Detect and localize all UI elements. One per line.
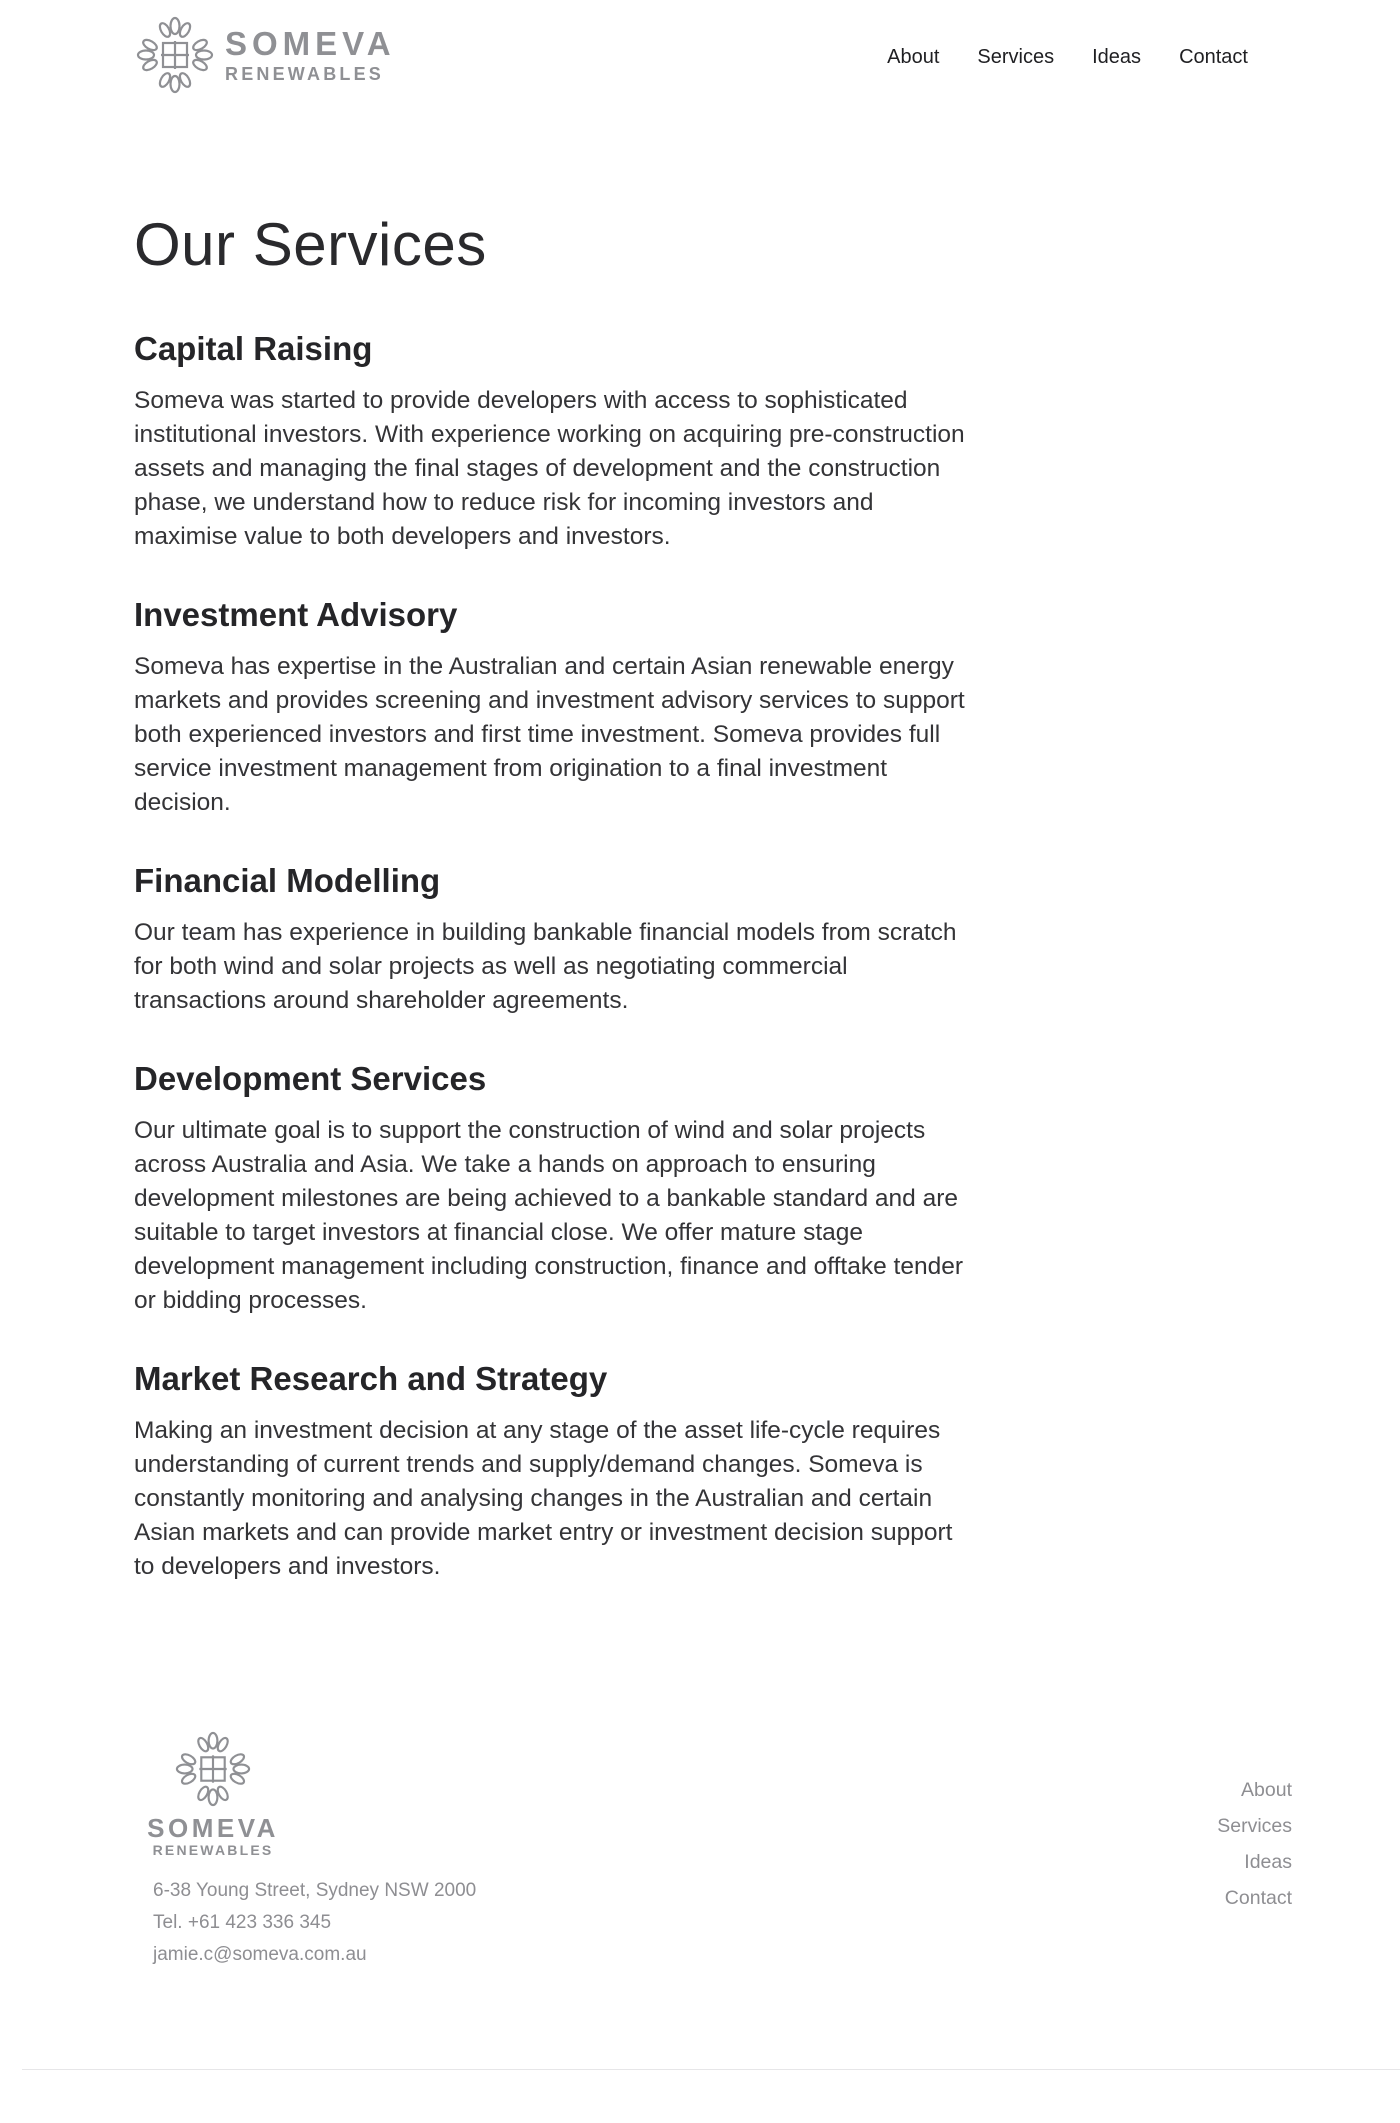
- footer-phone[interactable]: Tel. +61 423 336 345: [153, 1907, 476, 1939]
- footer-logo[interactable]: SOMEVA RENEWABLES: [147, 1730, 275, 1858]
- footer-link-about[interactable]: About: [1217, 1772, 1292, 1808]
- nav-link-ideas[interactable]: Ideas: [1092, 44, 1141, 70]
- service-body: Someva has expertise in the Australian a…: [134, 653, 965, 816]
- service-heading: Development Services: [134, 1060, 487, 1097]
- footer-logo-tagline: RENEWABLES: [152, 1842, 274, 1858]
- footer-address: 6-38 Young Street, Sydney NSW 2000: [153, 1880, 477, 1901]
- nav-link-services[interactable]: Services: [977, 44, 1054, 70]
- page-title: Our Services: [134, 211, 487, 278]
- footer-contact: 6-38 Young Street, Sydney NSW 2000 Tel. …: [153, 1875, 476, 1971]
- logo-name: SOMEVA: [225, 25, 396, 62]
- main-content: Our Services Capital Raising Someva was …: [134, 205, 974, 1584]
- site-header: SOMEVA RENEWABLES About Services Ideas C…: [0, 0, 1400, 115]
- header-logo[interactable]: SOMEVA RENEWABLES: [135, 15, 396, 95]
- footer-logo-name: SOMEVA: [147, 1813, 279, 1843]
- footer-nav: About Services Ideas Contact: [1217, 1772, 1292, 1916]
- service-body: Someva was started to provide developers…: [134, 387, 965, 550]
- footer-link-ideas[interactable]: Ideas: [1217, 1844, 1292, 1880]
- leaf-cross-logo-icon: [136, 16, 214, 94]
- main-nav: About Services Ideas Contact: [849, 44, 1248, 70]
- footer-link-contact[interactable]: Contact: [1217, 1880, 1292, 1916]
- logo-tagline: RENEWABLES: [225, 64, 385, 84]
- service-financial-modelling: Financial Modelling Our team has experie…: [134, 860, 974, 1018]
- service-heading: Investment Advisory: [134, 596, 458, 633]
- footer-link-services[interactable]: Services: [1217, 1808, 1292, 1844]
- service-heading: Capital Raising: [134, 330, 373, 367]
- nav-link-contact[interactable]: Contact: [1179, 44, 1248, 70]
- service-body: Our ultimate goal is to support the cons…: [134, 1117, 964, 1314]
- service-capital-raising: Capital Raising Someva was started to pr…: [134, 328, 974, 554]
- footer-divider: [22, 2069, 1400, 2070]
- service-body: Our team has experience in building bank…: [134, 919, 957, 1014]
- site-footer: SOMEVA RENEWABLES 6-38 Young Street, Syd…: [0, 1720, 1400, 2123]
- service-market-research: Market Research and Strategy Making an i…: [134, 1358, 974, 1584]
- service-heading: Market Research and Strategy: [134, 1360, 608, 1397]
- service-body: Making an investment decision at any sta…: [134, 1417, 953, 1580]
- footer-email[interactable]: jamie.c@someva.com.au: [153, 1939, 476, 1971]
- leaf-cross-logo-icon: [175, 1731, 251, 1807]
- service-heading: Financial Modelling: [134, 862, 441, 899]
- service-investment-advisory: Investment Advisory Someva has expertise…: [134, 594, 974, 820]
- service-development-services: Development Services Our ultimate goal i…: [134, 1058, 974, 1318]
- nav-link-about[interactable]: About: [887, 44, 939, 70]
